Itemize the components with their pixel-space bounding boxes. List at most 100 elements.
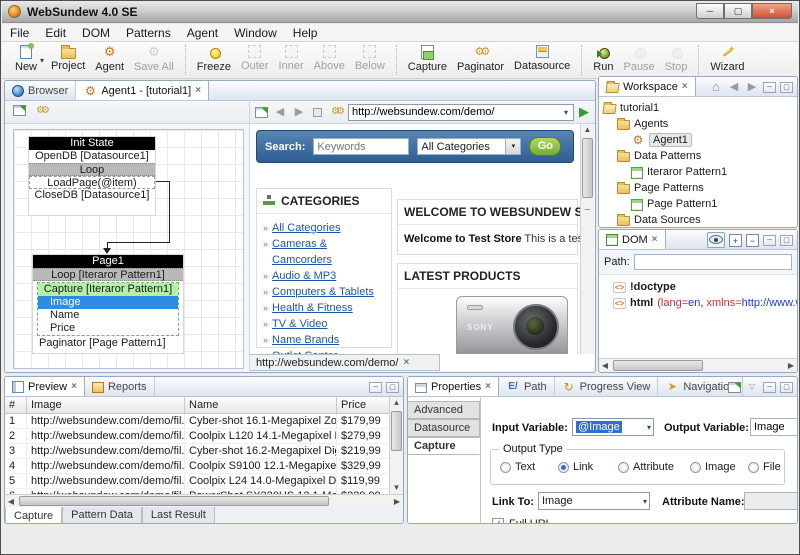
project-button[interactable]: Project <box>46 43 90 73</box>
path-input[interactable] <box>634 254 792 270</box>
category-link[interactable]: »All Categories <box>263 220 387 236</box>
browser-status-tab[interactable]: http://websundew.com/demo/ × <box>250 354 440 371</box>
go-play-icon[interactable]: ▶ <box>579 104 589 120</box>
close-button[interactable]: × <box>752 3 792 19</box>
menu-file[interactable]: File <box>2 24 37 42</box>
side-tab-datasource[interactable]: Datasource <box>408 419 480 437</box>
loop-step[interactable]: Loop <box>29 163 155 176</box>
table-row[interactable]: 4http://websundew.com/demo/fil...Coolpix… <box>5 459 389 474</box>
stop-load-icon[interactable] <box>313 108 322 117</box>
minimize-view-icon[interactable]: ─ <box>369 382 382 393</box>
inner-button[interactable]: Inner <box>274 43 309 73</box>
tab-capture[interactable]: Capture <box>5 507 62 524</box>
back-icon[interactable]: ◀ <box>273 105 287 119</box>
new-dropdown-arrow[interactable]: ▾ <box>40 56 44 65</box>
capture-row[interactable]: Capture [Iteraror Pattern1] <box>38 283 178 296</box>
table-row[interactable]: 3http://websundew.com/demo/fil...Cyber-s… <box>5 444 389 459</box>
datasource-button[interactable]: Datasource <box>509 43 575 73</box>
category-link[interactable]: »Name Brands <box>263 332 387 348</box>
maximize-view-icon[interactable]: ▢ <box>780 235 793 246</box>
input-variable-combo[interactable]: @Image ▾ <box>572 418 654 436</box>
table-row[interactable]: 5http://websundew.com/demo/fil...Coolpix… <box>5 474 389 489</box>
scroll-up-icon[interactable]: ▲ <box>390 397 403 409</box>
paginator-row[interactable]: Paginator [Page Pattern1] <box>33 337 183 351</box>
minimize-view-icon[interactable]: ─ <box>763 82 776 93</box>
menu-patterns[interactable]: Patterns <box>118 24 179 42</box>
paginator-button[interactable]: ⚙⚙Paginator <box>452 43 509 74</box>
tab-progress-view[interactable]: ↻ Progress View <box>555 377 659 396</box>
close-db-step[interactable]: CloseDB [Datasource1] <box>29 189 155 202</box>
view-menu-icon[interactable]: ▽ <box>745 380 759 394</box>
tab-browser[interactable]: Browser <box>5 81 76 100</box>
scroll-thumb[interactable] <box>613 360 703 371</box>
scroll-thumb[interactable] <box>19 496 329 506</box>
minimize-view-icon[interactable]: ─ <box>763 382 776 393</box>
product-camera-image[interactable]: SONY <box>456 296 568 354</box>
tab-close-icon[interactable]: × <box>195 85 201 96</box>
pause-button[interactable]: Pause <box>618 43 659 74</box>
scroll-left-icon[interactable]: ◀ <box>599 359 611 372</box>
run-button[interactable]: Run <box>588 43 618 74</box>
highlight-toggle[interactable] <box>707 232 725 248</box>
init-state-header[interactable]: Init State <box>29 137 155 150</box>
page1-block[interactable]: Page1 Loop [Iteraror Pattern1] Capture [… <box>32 254 184 354</box>
title-bar[interactable]: WebSundew 4.0 SE ─ ▢ × <box>2 1 798 23</box>
scroll-down-icon[interactable]: ▼ <box>390 482 403 494</box>
refresh-icon[interactable]: ⚙⚙ <box>329 105 343 119</box>
capture-button[interactable]: Capture <box>403 43 452 74</box>
url-input[interactable] <box>352 106 562 118</box>
minimize-button[interactable]: ─ <box>696 3 724 19</box>
tab-close-icon[interactable]: × <box>652 234 658 245</box>
menu-help[interactable]: Help <box>285 24 326 42</box>
outer-button[interactable]: Outer <box>236 43 274 73</box>
category-link[interactable]: »Cameras & Camcorders <box>263 236 387 268</box>
agent-button[interactable]: ⚙Agent <box>90 43 129 74</box>
open-db-step[interactable]: OpenDB [Datasource1] <box>29 150 155 163</box>
back-icon[interactable]: ◀ <box>727 80 741 94</box>
menu-agent[interactable]: Agent <box>179 24 226 42</box>
detach-view-icon[interactable] <box>728 382 741 393</box>
expand-all-icon[interactable]: + <box>729 234 742 247</box>
export-view-icon[interactable] <box>13 105 26 116</box>
below-button[interactable]: Below <box>350 43 390 73</box>
field-name[interactable]: Name <box>38 309 178 322</box>
radio-attribute[interactable]: Attribute <box>618 461 674 473</box>
loop-iterator-row[interactable]: Loop [Iteraror Pattern1] <box>33 268 183 281</box>
menu-edit[interactable]: Edit <box>37 24 74 42</box>
combo-dropdown-icon[interactable]: ▾ <box>641 497 649 506</box>
select-arrow-icon[interactable]: ▾ <box>505 139 520 154</box>
preview-vscrollbar[interactable]: ▲ ▼ <box>389 397 403 494</box>
maximize-view-icon[interactable]: ▢ <box>386 382 399 393</box>
wizard-button[interactable]: Wizard <box>705 43 749 74</box>
category-link[interactable]: »Audio & MP3 <box>263 268 387 284</box>
dom-node-doctype[interactable]: <> !doctype <box>613 279 797 295</box>
maximize-view-icon[interactable]: ▢ <box>780 382 793 393</box>
radio-link[interactable]: Link <box>558 461 593 473</box>
collapse-all-icon[interactable]: − <box>746 234 759 247</box>
above-button[interactable]: Above <box>309 43 350 73</box>
home-icon[interactable]: ⌂ <box>709 80 723 94</box>
new-button[interactable]: New <box>10 43 42 74</box>
field-image-selected[interactable]: Image <box>38 296 178 309</box>
forward-icon[interactable]: ▶ <box>745 80 759 94</box>
attribute-name-input[interactable] <box>744 492 798 510</box>
tab-preview[interactable]: Preview × <box>5 377 85 396</box>
link-to-combo[interactable]: Image ▾ <box>538 492 650 510</box>
table-row[interactable]: 1http://websundew.com/demo/fil...Cyber-s… <box>5 414 389 429</box>
tree-item-agent1[interactable]: ⚙Agent1 <box>603 132 797 148</box>
maximize-button[interactable]: ▢ <box>724 3 752 19</box>
search-input[interactable] <box>313 138 409 155</box>
tab-properties[interactable]: Properties × <box>408 377 499 396</box>
maximize-view-icon[interactable]: ▢ <box>780 82 793 93</box>
tab-close-icon[interactable]: × <box>71 381 77 392</box>
tab-pattern-data[interactable]: Pattern Data <box>62 507 142 524</box>
category-link[interactable]: »Health & Fitness <box>263 300 387 316</box>
dom-hscrollbar[interactable]: ◀ ▶ <box>599 358 797 372</box>
freeze-button[interactable]: Freeze <box>192 43 236 74</box>
scroll-up-icon[interactable]: ▲ <box>581 124 594 136</box>
load-page-step[interactable]: LoadPage(@item) <box>29 176 155 189</box>
page1-header[interactable]: Page1 <box>33 255 183 268</box>
browser-scrollbar[interactable]: ▲ ─ <box>580 124 594 354</box>
field-price[interactable]: Price <box>38 322 178 335</box>
tab-dom[interactable]: DOM × <box>599 230 666 249</box>
